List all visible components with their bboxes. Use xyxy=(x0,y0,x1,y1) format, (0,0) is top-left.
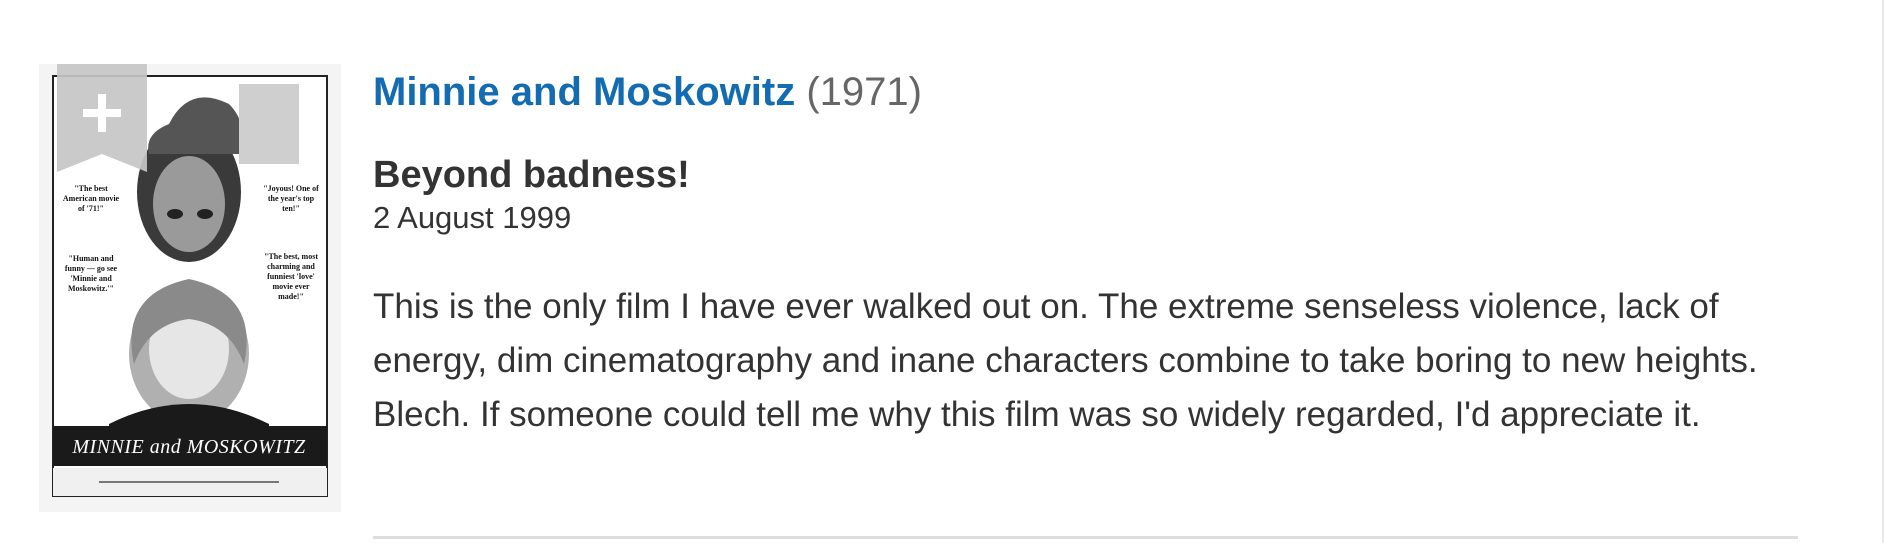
poster-quote: "The best American movie of '71!" xyxy=(62,184,120,213)
movie-title-link[interactable]: Minnie and Moskowitz xyxy=(373,70,795,114)
page-edge-rule xyxy=(1882,0,1884,543)
poster-quote: "The best, most charming and funniest 'l… xyxy=(264,252,318,301)
movie-title-line: Minnie and Moskowitz (1971) xyxy=(373,64,1798,120)
review-text: This is the only film I have ever walked… xyxy=(373,287,1758,434)
review-title: Beyond badness! xyxy=(373,154,690,196)
review-divider xyxy=(373,536,1798,539)
review-page: MINNIE and MOSKOWITZ "The best American … xyxy=(0,0,1896,543)
add-to-watchlist-button[interactable] xyxy=(57,64,147,172)
plus-icon xyxy=(57,64,147,172)
poster-quote: "Human and funny — go see 'Minnie and Mo… xyxy=(64,254,118,293)
poster-quote: "Joyous! One of the year's top ten!" xyxy=(263,184,319,213)
review-date: 2 August 1999 xyxy=(373,200,572,235)
poster-title-text: MINNIE and MOSKOWITZ xyxy=(72,436,306,458)
review-content: Minnie and Moskowitz (1971) Beyond badne… xyxy=(373,64,1798,442)
movie-year: (1971) xyxy=(806,70,922,114)
